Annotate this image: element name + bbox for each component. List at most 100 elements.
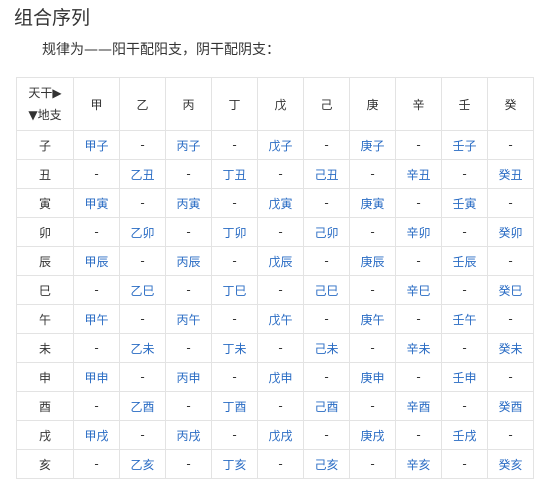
empty-cell: - (165, 391, 212, 421)
stem-header: 辛 (395, 77, 442, 131)
combination-cell: 己丑 (303, 159, 350, 189)
combination-cell: 庚戌 (349, 420, 396, 450)
combination-cell: 丁卯 (211, 217, 258, 247)
stem-header: 戊 (257, 77, 304, 131)
combination-cell: 甲子 (73, 130, 120, 160)
branch-header: 寅 (16, 188, 74, 218)
empty-cell: - (441, 159, 488, 189)
combination-cell: 戊子 (257, 130, 304, 160)
stem-header: 丁 (211, 77, 258, 131)
combination-cell: 辛亥 (395, 449, 442, 479)
empty-cell: - (211, 246, 258, 276)
table-row: 丑 - 乙丑 - 丁丑 - 己丑 - 辛丑 - 癸丑 (16, 159, 534, 189)
combination-cell: 壬寅 (441, 188, 488, 218)
ganzhi-combination-table: 天干▶ ▼地支 甲 乙 丙 丁 戊 己 庚 辛 壬 癸 子甲子 - 丙子 - 戊子 - 庚子… (16, 77, 534, 479)
empty-cell: - (395, 130, 442, 160)
table-row: 辰甲辰 - 丙辰 - 戊辰 - 庚辰 - 壬辰 - (16, 246, 534, 276)
stem-header: 丙 (165, 77, 212, 131)
empty-cell: - (257, 333, 304, 363)
combination-cell: 庚午 (349, 304, 396, 334)
empty-cell: - (349, 275, 396, 305)
empty-cell: - (441, 449, 488, 479)
empty-cell: - (349, 333, 396, 363)
empty-cell: - (165, 275, 212, 305)
combination-cell: 辛卯 (395, 217, 442, 247)
empty-cell: - (165, 333, 212, 363)
empty-cell: - (441, 275, 488, 305)
branch-header: 巳 (16, 275, 74, 305)
empty-cell: - (119, 246, 166, 276)
stem-header: 甲 (73, 77, 120, 131)
empty-cell: - (487, 362, 534, 392)
branch-header: 戌 (16, 420, 74, 450)
branch-header: 丑 (16, 159, 74, 189)
empty-cell: - (119, 188, 166, 218)
combination-cell: 乙丑 (119, 159, 166, 189)
empty-cell: - (441, 333, 488, 363)
empty-cell: - (303, 420, 350, 450)
empty-cell: - (349, 449, 396, 479)
combination-cell: 庚子 (349, 130, 396, 160)
empty-cell: - (73, 449, 120, 479)
combination-cell: 丙戌 (165, 420, 212, 450)
empty-cell: - (487, 304, 534, 334)
branch-header: 未 (16, 333, 74, 363)
empty-cell: - (487, 188, 534, 218)
empty-cell: - (487, 246, 534, 276)
empty-cell: - (165, 159, 212, 189)
empty-cell: - (119, 420, 166, 450)
empty-cell: - (211, 188, 258, 218)
combination-cell: 壬申 (441, 362, 488, 392)
empty-cell: - (119, 130, 166, 160)
combination-cell: 辛酉 (395, 391, 442, 421)
empty-cell: - (73, 391, 120, 421)
empty-cell: - (165, 217, 212, 247)
combination-cell: 戊午 (257, 304, 304, 334)
branch-header: 辰 (16, 246, 74, 276)
table-row: 子甲子 - 丙子 - 戊子 - 庚子 - 壬子 - (16, 130, 534, 160)
combination-cell: 戊戌 (257, 420, 304, 450)
combination-cell: 丁未 (211, 333, 258, 363)
empty-cell: - (303, 246, 350, 276)
table-row: 酉 - 乙酉 - 丁酉 - 己酉 - 辛酉 - 癸酉 (16, 391, 534, 421)
combination-cell: 辛巳 (395, 275, 442, 305)
combination-cell: 庚申 (349, 362, 396, 392)
table-row: 巳 - 乙巳 - 丁巳 - 己巳 - 辛巳 - 癸巳 (16, 275, 534, 305)
combination-cell: 己亥 (303, 449, 350, 479)
empty-cell: - (349, 159, 396, 189)
empty-cell: - (211, 130, 258, 160)
combination-cell: 丙午 (165, 304, 212, 334)
section-heading: 组合序列 (14, 7, 91, 29)
combination-cell: 壬戌 (441, 420, 488, 450)
table-row: 申甲申 - 丙申 - 戊申 - 庚申 - 壬申 - (16, 362, 534, 392)
empty-cell: - (119, 362, 166, 392)
combination-cell: 壬子 (441, 130, 488, 160)
combination-cell: 丙申 (165, 362, 212, 392)
table-row: 午甲午 - 丙午 - 戊午 - 庚午 - 壬午 - (16, 304, 534, 334)
combination-cell: 戊寅 (257, 188, 304, 218)
empty-cell: - (441, 217, 488, 247)
empty-cell: - (303, 188, 350, 218)
empty-cell: - (73, 333, 120, 363)
empty-cell: - (395, 362, 442, 392)
combination-cell: 癸卯 (487, 217, 534, 247)
combination-cell: 丁丑 (211, 159, 258, 189)
table-row: 戌甲戌 - 丙戌 - 戊戌 - 庚戌 - 壬戌 - (16, 420, 534, 450)
combination-cell: 丁酉 (211, 391, 258, 421)
combination-cell: 乙未 (119, 333, 166, 363)
combination-cell: 甲戌 (73, 420, 120, 450)
empty-cell: - (257, 159, 304, 189)
empty-cell: - (211, 304, 258, 334)
stem-header: 己 (303, 77, 350, 131)
empty-cell: - (257, 217, 304, 247)
empty-cell: - (303, 130, 350, 160)
table-header-row: 天干▶ ▼地支 甲 乙 丙 丁 戊 己 庚 辛 壬 癸 (16, 77, 534, 131)
combination-cell: 丙辰 (165, 246, 212, 276)
corner-label-stems: 天干▶ (28, 86, 62, 100)
table-row: 亥 - 乙亥 - 丁亥 - 己亥 - 辛亥 - 癸亥 (16, 449, 534, 479)
empty-cell: - (73, 159, 120, 189)
combination-cell: 壬辰 (441, 246, 488, 276)
empty-cell: - (73, 217, 120, 247)
stem-header: 癸 (487, 77, 534, 131)
empty-cell: - (395, 188, 442, 218)
